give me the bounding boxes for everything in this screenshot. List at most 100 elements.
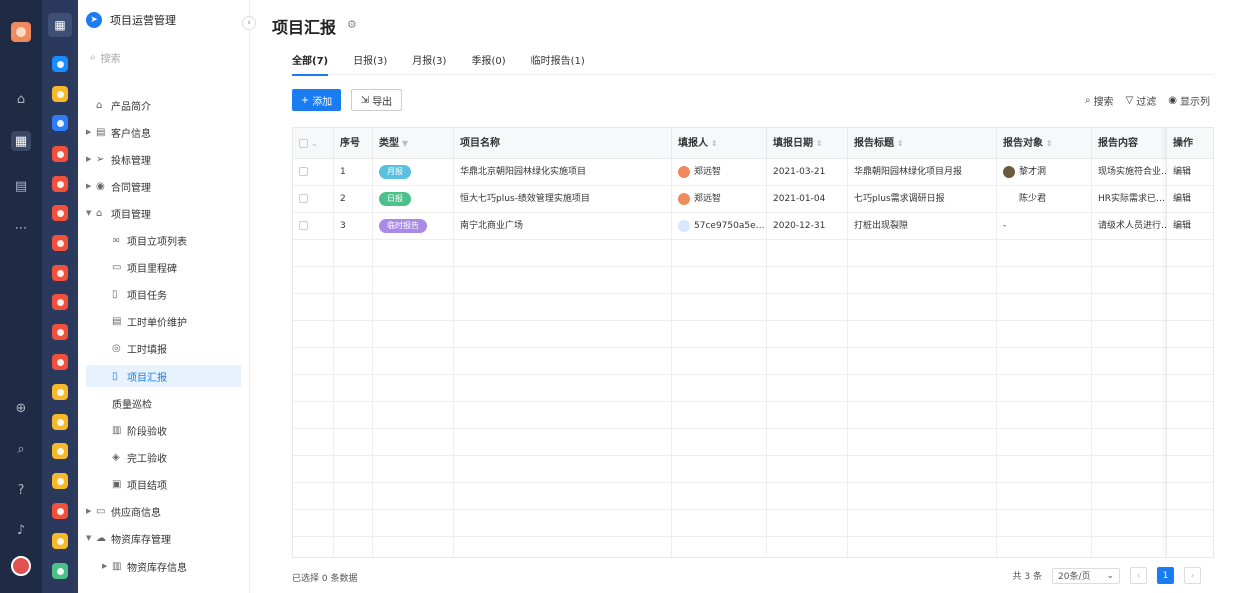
column-date[interactable]: 填报日期 ⇕	[767, 128, 848, 159]
chevron-right-icon: ▶	[86, 155, 92, 163]
sidebar-item-product-intro[interactable]: ⌂ 产品简介	[86, 94, 241, 116]
bell-icon[interactable]: ♪	[11, 520, 31, 540]
edit-button[interactable]: 编辑	[1167, 213, 1213, 240]
table-row[interactable]: 1 月报 华鼎北京朝阳园林绿化实施项目 郑远智 2021-03-21 华鼎朝阳园林绿化项目…	[293, 159, 1213, 186]
app-icon[interactable]	[52, 324, 68, 340]
app-icon[interactable]	[52, 503, 68, 519]
document-icon[interactable]: ▤	[11, 176, 31, 196]
search-button[interactable]: ⌕ 搜索	[1085, 93, 1114, 108]
edit-button[interactable]: 编辑	[1167, 159, 1213, 186]
cell-name	[454, 483, 672, 510]
apps-grid-icon[interactable]: ▦	[11, 131, 31, 151]
app-icon[interactable]	[52, 235, 68, 251]
cell-content	[1092, 375, 1172, 402]
cell-index	[334, 321, 373, 348]
row-checkbox[interactable]	[299, 167, 308, 176]
tab-all[interactable]: 全部(7)	[292, 49, 329, 76]
app-icon[interactable]	[52, 443, 68, 459]
app-icon[interactable]	[52, 176, 68, 192]
app-icon[interactable]	[52, 56, 68, 72]
sidebar-item-hour-price[interactable]: ▤ 工时单价维护	[86, 310, 241, 332]
column-report-title[interactable]: 报告标题 ⇕	[848, 128, 997, 159]
page-1-button[interactable]: 1	[1157, 567, 1174, 584]
sidebar-item-bidding[interactable]: ▶ ➢ 投标管理	[86, 148, 241, 170]
sidebar-item-customer[interactable]: ▶ ▤ 客户信息	[86, 121, 241, 143]
export-button[interactable]: ⇲ 导出	[351, 89, 402, 111]
app-icon[interactable]	[52, 414, 68, 430]
table-row	[293, 321, 1213, 348]
sidebar-item-label: 供应商信息	[111, 507, 161, 519]
app-icon[interactable]	[52, 265, 68, 281]
sidebar-item-project-report[interactable]: ▯ 项目汇报	[86, 365, 241, 387]
sidebar-item-milestone[interactable]: ▭ 项目里程碑	[86, 256, 241, 278]
next-page-button[interactable]: ›	[1184, 567, 1201, 584]
sidebar-item-stage-acceptance[interactable]: ▥ 阶段验收	[86, 419, 241, 441]
column-type[interactable]: 类型 ▼	[373, 128, 454, 159]
table-row[interactable]: 2 日报 恒大七巧plus-绩效管理实施项目 郑远智 2021-01-04 七巧plus需…	[293, 186, 1213, 213]
column-target[interactable]: 报告对象 ⇕	[997, 128, 1092, 159]
cell-type	[373, 321, 454, 348]
sidebar-item-project-list[interactable]: ∞ 项目立项列表	[86, 229, 241, 251]
sidebar-item-project-management[interactable]: ▼ ⌂ 项目管理	[86, 202, 241, 224]
filter-button[interactable]: ▽ 过滤	[1126, 93, 1157, 108]
cell-name[interactable]: 南宁北商业广场	[454, 213, 672, 240]
profile-avatar[interactable]	[11, 556, 31, 576]
cell-report-title[interactable]: 华鼎朝阳园林绿化项目月报	[848, 159, 997, 186]
tab-daily[interactable]: 日报(3)	[353, 49, 387, 75]
sidebar-item-contract[interactable]: ▶ ◉ 合同管理	[86, 175, 241, 197]
page-size-select[interactable]: 20条/页 ⌄	[1052, 567, 1120, 584]
home-icon[interactable]: ⌂	[11, 89, 31, 109]
column-reporter[interactable]: 填报人 ⇕	[672, 128, 767, 159]
app-icon[interactable]	[52, 294, 68, 310]
sidebar-item-supplier[interactable]: ▶ ▭ 供应商信息	[86, 500, 241, 522]
app-icon[interactable]	[52, 115, 68, 131]
sidebar-item-hour-report[interactable]: ◎ 工时填报	[86, 337, 241, 359]
tab-temporary[interactable]: 临时报告(1)	[531, 49, 585, 75]
column-label: 报告标题	[854, 138, 894, 149]
row-checkbox[interactable]	[299, 194, 308, 203]
app-icon[interactable]	[52, 563, 68, 579]
help-icon[interactable]: ?	[11, 480, 31, 500]
sidebar-item-quality-check[interactable]: 质量巡检	[86, 392, 241, 414]
location-icon: ◎	[112, 342, 121, 354]
row-checkbox[interactable]	[299, 221, 308, 230]
apps-menu-icon[interactable]: ▦	[48, 13, 72, 37]
export-button-label: 导出	[372, 96, 393, 108]
cell-name[interactable]: 华鼎北京朝阳园林绿化实施项目	[454, 159, 672, 186]
cell-target	[997, 321, 1092, 348]
sidebar-item-project-closure[interactable]: ▣ 项目结项	[86, 473, 241, 495]
search-icon[interactable]: ⌕	[11, 439, 31, 459]
cell-type	[373, 402, 454, 429]
app-icon[interactable]	[52, 533, 68, 549]
app-icon[interactable]	[52, 146, 68, 162]
cell-report-title[interactable]: 打桩出现裂隙	[848, 213, 997, 240]
table-row[interactable]: 3 临时报告 南宁北商业广场 57ce9750a5ec... 2020-12-31 打桩出…	[293, 213, 1213, 240]
tab-quarterly[interactable]: 季报(0)	[471, 49, 505, 75]
global-rail: ⌂ ▦ ▤ ⋯ ⊕ ⌕ ? ♪	[0, 0, 42, 593]
sidebar-item-completion-acceptance[interactable]: ◈ 完工验收	[86, 446, 241, 468]
gear-icon[interactable]: ⚙	[347, 18, 357, 31]
add-button[interactable]: + 添加	[292, 89, 341, 111]
sidebar-search[interactable]: ⌕ 搜索	[90, 50, 121, 65]
cell-name[interactable]: 恒大七巧plus-绩效管理实施项目	[454, 186, 672, 213]
select-all[interactable]: ⌄	[293, 128, 334, 159]
more-icon[interactable]: ⋯	[11, 218, 31, 238]
checkbox[interactable]	[299, 138, 308, 148]
user-avatar[interactable]	[11, 22, 31, 42]
app-icon[interactable]	[52, 205, 68, 221]
sidebar-item-inventory-info[interactable]: ▶ ▥ 物资库存信息	[86, 555, 241, 577]
cell-date	[767, 537, 848, 557]
sidebar-item-label: 阶段验收	[127, 426, 167, 438]
tab-monthly[interactable]: 月报(3)	[412, 49, 446, 75]
prev-page-button[interactable]: ‹	[1130, 567, 1147, 584]
columns-button[interactable]: ◉ 显示列	[1168, 93, 1210, 108]
sidebar-item-inventory[interactable]: ▼ ☁ 物资库存管理	[86, 527, 241, 549]
sidebar-item-task[interactable]: ▯ 项目任务	[86, 283, 241, 305]
app-icon[interactable]	[52, 384, 68, 400]
edit-button[interactable]: 编辑	[1167, 186, 1213, 213]
app-icon[interactable]	[52, 354, 68, 370]
app-icon[interactable]	[52, 473, 68, 489]
app-icon[interactable]	[52, 86, 68, 102]
add-circle-icon[interactable]: ⊕	[11, 398, 31, 418]
cell-report-title[interactable]: 七巧plus需求调研日报	[848, 186, 997, 213]
